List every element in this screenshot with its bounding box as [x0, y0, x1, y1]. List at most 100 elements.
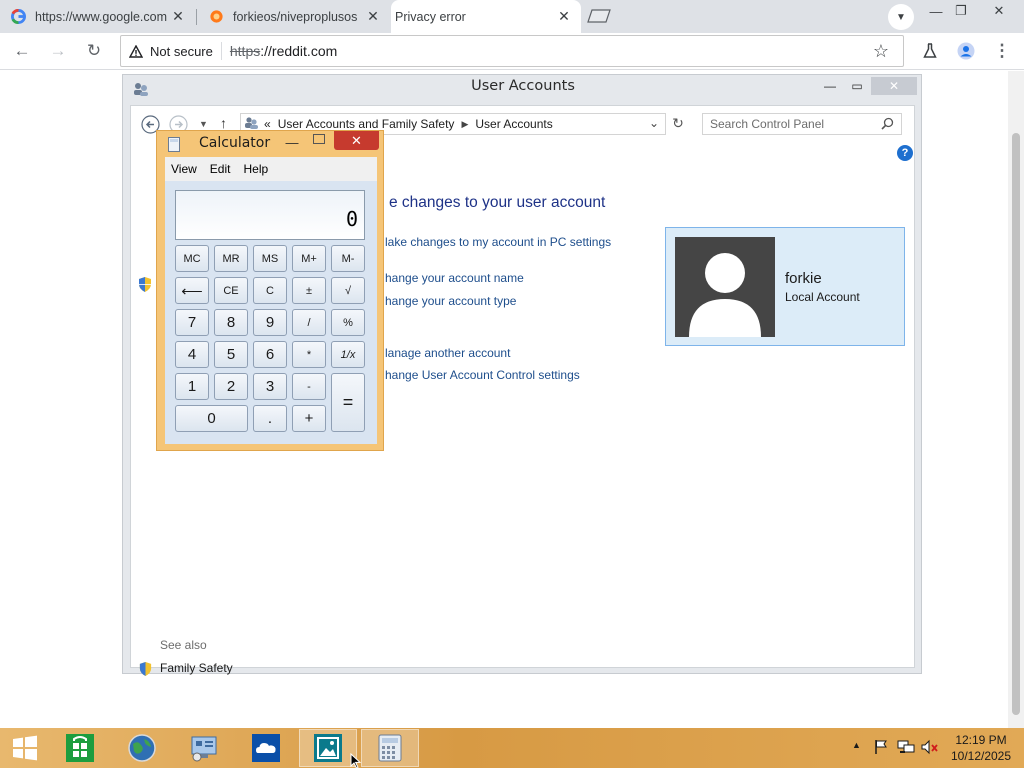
firefox-favicon-icon [208, 9, 224, 25]
maximize-icon[interactable] [313, 134, 325, 144]
search-control-panel-input[interactable]: Search Control Panel [702, 113, 902, 135]
close-icon[interactable]: ✕ [334, 131, 379, 150]
reload-icon[interactable]: ↻ [80, 37, 108, 65]
tab-privacy-error[interactable]: Privacy error ✕ [391, 0, 581, 33]
address-dropdown-chevron-icon[interactable]: ⌄ [649, 116, 659, 130]
link-family-safety[interactable]: Family Safety [160, 661, 233, 675]
mouse-cursor-icon [350, 752, 362, 772]
calculator-body: View Edit Help 0 MC MR MS M+ M- ⟵ CE C ±… [165, 157, 377, 444]
control-panel-app-icon[interactable] [175, 729, 233, 767]
action-center-flag-icon[interactable] [873, 739, 889, 758]
onedrive-app-icon[interactable] [237, 729, 295, 767]
refresh-icon[interactable]: ↻ [668, 115, 688, 135]
warning-triangle-icon[interactable] [129, 44, 145, 58]
page-heading: e changes to your user account [389, 194, 606, 211]
key-add[interactable]: + [292, 405, 326, 432]
key-divide[interactable]: / [292, 309, 326, 336]
key-9[interactable]: 9 [253, 309, 287, 336]
key-1[interactable]: 1 [175, 373, 209, 400]
up-arrow-icon[interactable]: ↑ [220, 115, 227, 131]
profile-avatar-icon[interactable] [952, 37, 980, 65]
key-3[interactable]: 3 [253, 373, 287, 400]
key-ms[interactable]: MS [253, 245, 287, 272]
close-tab-icon[interactable]: ✕ [169, 8, 187, 26]
tab-forkieos[interactable]: forkieos/niveproplusos ✕ [198, 0, 390, 33]
key-decimal[interactable]: . [253, 405, 287, 432]
key-reciprocal[interactable]: 1/x [331, 341, 365, 368]
menu-edit[interactable]: Edit [210, 162, 231, 176]
restore-icon[interactable]: ❐ [946, 0, 976, 22]
taskbar: ▲ 12:19 PM 10/12/2025 [0, 728, 1024, 769]
key-multiply[interactable]: * [292, 341, 326, 368]
close-tab-icon[interactable]: ✕ [364, 8, 382, 26]
key-plus-minus[interactable]: ± [292, 277, 326, 304]
key-backspace[interactable]: ⟵ [175, 277, 209, 304]
family-safety-shield-icon [138, 661, 153, 680]
photos-app-icon[interactable] [299, 729, 357, 767]
calculator-display: 0 [175, 190, 365, 240]
browser-globe-icon[interactable] [113, 729, 171, 767]
key-mc[interactable]: MC [175, 245, 209, 272]
key-8[interactable]: 8 [214, 309, 248, 336]
calculator-taskbar-icon[interactable] [361, 729, 419, 767]
search-icon[interactable] [881, 117, 894, 133]
minimize-icon[interactable]: — [823, 77, 837, 95]
key-m-minus[interactable]: M- [331, 245, 365, 272]
page-scrollbar[interactable] [1008, 71, 1024, 728]
key-subtract[interactable]: - [292, 373, 326, 400]
key-6[interactable]: 6 [253, 341, 287, 368]
labs-flask-icon[interactable] [916, 37, 944, 65]
link-pc-settings[interactable]: lake changes to my account in PC setting… [385, 235, 611, 249]
back-icon[interactable]: ← [8, 37, 36, 65]
menu-help[interactable]: Help [243, 162, 268, 176]
key-4[interactable]: 4 [175, 341, 209, 368]
menu-view[interactable]: View [171, 162, 197, 176]
key-ce[interactable]: CE [214, 277, 248, 304]
forward-icon[interactable]: → [44, 37, 72, 65]
key-7[interactable]: 7 [175, 309, 209, 336]
maximize-icon[interactable]: ▭ [851, 77, 863, 95]
recent-pages-chevron-icon[interactable]: ▼ [199, 119, 208, 129]
key-c[interactable]: C [253, 277, 287, 304]
kebab-menu-icon[interactable]: ⋮ [988, 37, 1016, 65]
close-icon[interactable]: ✕ [871, 77, 917, 95]
address-bar[interactable]: Not secure https://reddit.com ☆ [120, 35, 904, 67]
breadcrumb-overflow[interactable]: « [264, 117, 271, 131]
bookmark-star-icon[interactable]: ☆ [873, 41, 889, 62]
store-app-icon[interactable] [51, 729, 109, 767]
url-text[interactable]: https://reddit.com [230, 43, 337, 59]
breadcrumb-separator-icon[interactable]: ▶ [461, 119, 468, 130]
tab-google[interactable]: https://www.google.com ✕ [0, 0, 195, 33]
volume-muted-icon[interactable] [921, 739, 939, 758]
key-percent[interactable]: % [331, 309, 365, 336]
key-sqrt[interactable]: √ [331, 277, 365, 304]
key-2[interactable]: 2 [214, 373, 248, 400]
start-windows-icon[interactable] [0, 729, 50, 767]
account-type: Local Account [785, 290, 860, 304]
tab-search-chevron-icon[interactable]: ▼ [888, 4, 914, 30]
account-avatar [675, 237, 775, 337]
calculator-app-icon [168, 137, 180, 155]
network-icon[interactable] [897, 739, 915, 758]
system-clock[interactable]: 12:19 PM 10/12/2025 [946, 732, 1016, 764]
link-uac-settings[interactable]: hange User Account Control settings [385, 368, 580, 382]
breadcrumb-user-accounts[interactable]: User Accounts [475, 117, 552, 131]
link-change-account-name[interactable]: hange your account name [385, 271, 524, 285]
key-0[interactable]: 0 [175, 405, 248, 432]
show-hidden-icons-chevron-icon[interactable]: ▲ [852, 740, 861, 750]
help-icon[interactable]: ? [897, 145, 913, 161]
breadcrumb-user-accounts-family-safety[interactable]: User Accounts and Family Safety [278, 117, 455, 131]
key-m-plus[interactable]: M+ [292, 245, 326, 272]
close-icon[interactable]: ✕ [984, 0, 1014, 22]
key-equals[interactable]: = [331, 373, 365, 432]
new-tab-icon[interactable] [586, 8, 612, 24]
key-mr[interactable]: MR [214, 245, 248, 272]
minimize-icon[interactable]: — [285, 135, 299, 150]
calculator-title: Calculator [199, 135, 271, 151]
close-tab-icon[interactable]: ✕ [555, 8, 573, 26]
link-manage-another-account[interactable]: lanage another account [385, 346, 510, 360]
link-change-account-type[interactable]: hange your account type [385, 294, 516, 308]
security-status[interactable]: Not secure [150, 44, 213, 59]
scrollbar-thumb[interactable] [1012, 133, 1020, 715]
key-5[interactable]: 5 [214, 341, 248, 368]
